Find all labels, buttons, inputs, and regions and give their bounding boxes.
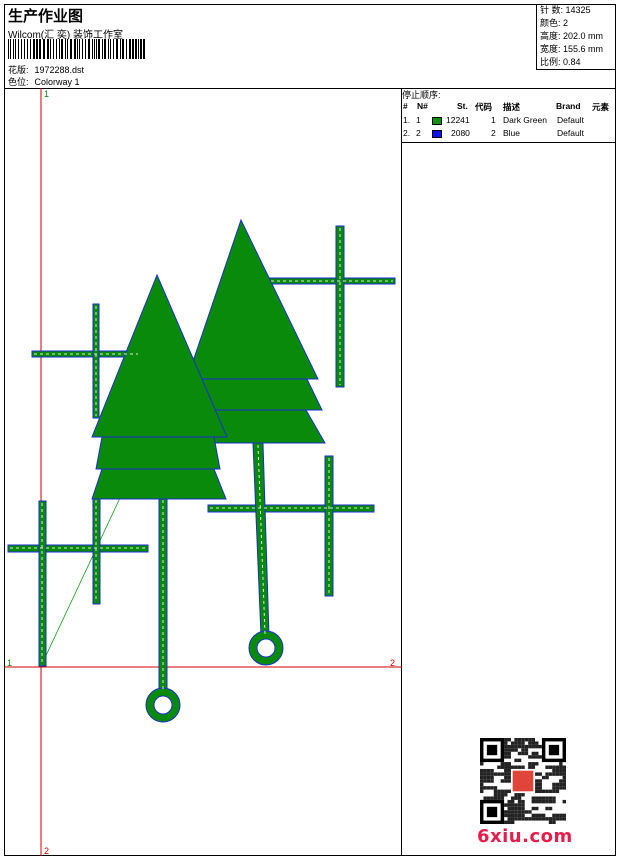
col-element: 元素 xyxy=(592,102,610,112)
color-count: 颜色: 2 xyxy=(540,18,569,28)
col-needle: N# xyxy=(417,101,428,111)
row-needle: 1 xyxy=(416,115,421,125)
design-value: 1972288.dst xyxy=(34,65,85,75)
row-stitches: 12241 xyxy=(446,115,470,125)
col-index: # xyxy=(403,101,408,111)
design-canvas: 1 1 2 2 xyxy=(4,88,402,856)
col-code: 代码 xyxy=(475,102,493,112)
row-brand: Default xyxy=(557,115,584,125)
row-brand: Default xyxy=(557,128,584,138)
tree-right-trunk xyxy=(252,442,270,637)
header: 生产作业图 Wilcom(汇 奕) 装饰工作室 花版: 1972288.dst … xyxy=(4,4,616,89)
colorway-value: Colorway 1 xyxy=(34,77,80,87)
axis-label-left: 1 xyxy=(7,658,13,668)
col-description: 描述 xyxy=(503,102,521,112)
barcode xyxy=(8,39,145,59)
page-title: 生产作业图 xyxy=(8,8,84,25)
qr-code xyxy=(480,738,566,824)
row-needle: 2 xyxy=(416,128,421,138)
axis-label-right: 2 xyxy=(390,658,396,668)
color-swatch xyxy=(432,117,442,125)
stop-sequence-header: # N# St. 代码 描述 Brand 元素 xyxy=(402,101,616,113)
cross-bottom-right xyxy=(207,455,375,597)
table-row: 2. 2 2080 2 Blue Default xyxy=(402,128,616,140)
row-description: Blue xyxy=(503,128,521,138)
row-index: 2. xyxy=(403,128,411,138)
tree-left-tier-middle xyxy=(95,436,221,470)
row-index: 1. xyxy=(403,115,411,125)
axis-label-bottom: 2 xyxy=(44,846,50,856)
col-stitches: St. xyxy=(457,101,468,111)
stitch-count: 针 数: 14325 xyxy=(540,5,591,15)
colorway-row: 色位: Colorway 1 xyxy=(8,75,80,88)
cross-bottom-left xyxy=(7,497,149,667)
design-height: 高度: 202.0 mm xyxy=(540,31,604,41)
stop-sequence-panel: 停止顺序: # N# St. 代码 描述 Brand 元素 1. 1 12241… xyxy=(402,88,616,143)
table-row: 1. 1 12241 1 Dark Green Default xyxy=(402,115,616,127)
row-description: Dark Green xyxy=(503,115,547,125)
row-code: 1 xyxy=(491,115,496,125)
tree-right-tier-top xyxy=(186,218,319,380)
design-width: 宽度: 155.6 mm xyxy=(540,44,604,54)
tree-left-tier-bottom xyxy=(91,468,227,500)
stats-box: 针 数: 14325 颜色: 2 高度: 202.0 mm 宽度: 155.6 … xyxy=(536,4,616,70)
colorway-label: 色位: xyxy=(8,77,29,87)
axis-label-top: 1 xyxy=(44,89,50,99)
stop-sequence-heading: 停止顺序: xyxy=(402,90,441,100)
row-stitches: 2080 xyxy=(451,128,470,138)
travel-stitch-line xyxy=(41,497,121,665)
embroidery-design xyxy=(4,88,402,856)
color-swatch xyxy=(432,130,442,138)
col-brand: Brand xyxy=(556,101,581,111)
watermark-logo: 6xiu.com xyxy=(477,826,573,847)
design-scale: 比例: 0.84 xyxy=(540,57,581,67)
row-code: 2 xyxy=(491,128,496,138)
